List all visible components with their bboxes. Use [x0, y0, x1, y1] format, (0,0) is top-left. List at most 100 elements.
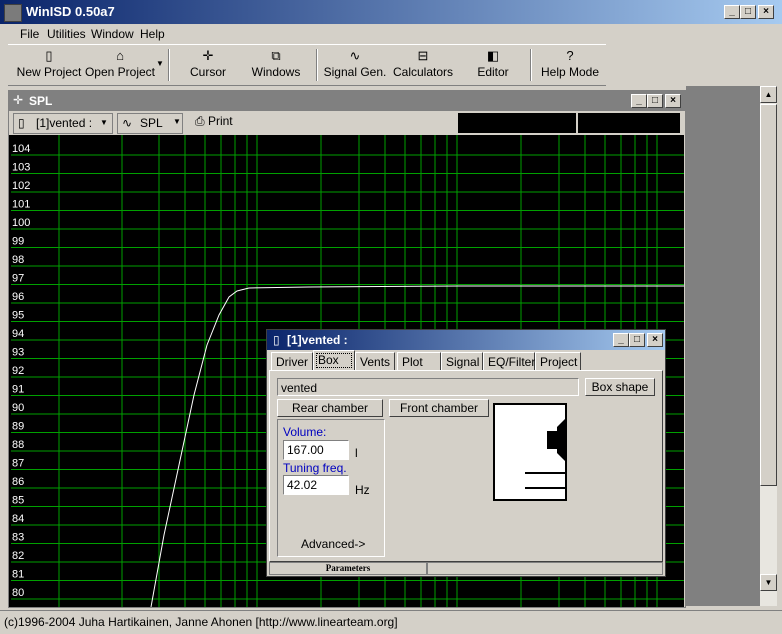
folder-icon: ⌂	[116, 48, 124, 63]
maximize-icon[interactable]: □	[647, 94, 663, 108]
chevron-down-icon[interactable]: ▼	[173, 117, 181, 126]
volume-label: Volume:	[283, 425, 327, 439]
minimize-icon[interactable]: _	[631, 94, 647, 108]
calculator-icon: ⊟	[417, 48, 429, 63]
menu-bar: File Utilities Window Help	[0, 24, 782, 44]
toolbar-separator	[316, 49, 318, 81]
menu-window[interactable]: Window	[91, 27, 134, 41]
tuning-unit: Hz	[355, 483, 370, 497]
tab-signal[interactable]: Signal	[441, 352, 483, 370]
new-project-button[interactable]: ▯ New Project	[16, 47, 82, 83]
new-project-icon: ▯	[45, 48, 53, 63]
dialog-status-area	[427, 562, 663, 575]
tab-vents[interactable]: Vents	[355, 352, 395, 370]
minimize-icon[interactable]: _	[613, 333, 629, 347]
open-project-button[interactable]: ⌂ Open Project	[84, 47, 156, 83]
tuning-input[interactable]: 42.02	[283, 475, 349, 495]
vertical-scrollbar[interactable]: ▲ ▼	[760, 86, 777, 606]
cursor-button[interactable]: ✛ Cursor	[178, 47, 238, 83]
y-tick-label: 81	[12, 569, 24, 581]
signal-gen-button[interactable]: ∿ Signal Gen.	[322, 47, 388, 83]
project-dialog: ▯ [1]vented : _ □ × Driver Box Vents Plo…	[266, 329, 666, 577]
y-tick-label: 98	[12, 254, 24, 266]
dialog-title-bar[interactable]: ▯ [1]vented : _ □ ×	[267, 330, 665, 350]
toolbar-separator	[168, 49, 170, 81]
print-button[interactable]: ⎙ Print	[195, 114, 233, 132]
editor-button[interactable]: ◧ Editor	[470, 47, 516, 83]
speaker-icon: ▯	[273, 333, 280, 347]
help-icon: ?	[566, 48, 574, 63]
maximize-icon[interactable]: □	[740, 5, 756, 19]
y-tick-label: 91	[12, 384, 24, 396]
scroll-up-icon[interactable]: ▲	[760, 86, 777, 103]
project-selector[interactable]: ▯ [1]vented : ▼	[13, 113, 113, 134]
mdi-background	[686, 86, 760, 606]
y-tick-label: 94	[12, 328, 24, 340]
windows-icon: ⧉	[271, 48, 281, 63]
app-title: WinISD 0.50a7	[26, 4, 115, 19]
box-shape-button[interactable]: Box shape	[585, 378, 655, 396]
y-tick-label: 96	[12, 291, 24, 303]
scroll-thumb[interactable]	[760, 104, 777, 486]
y-tick-label: 87	[12, 458, 24, 470]
y-tick-label: 99	[12, 236, 24, 248]
front-chamber-button[interactable]: Front chamber	[389, 399, 489, 417]
y-tick-label: 104	[12, 143, 30, 155]
close-icon[interactable]: ×	[647, 333, 663, 347]
y-tick-label: 86	[12, 476, 24, 488]
cursor-readout-2	[578, 113, 680, 133]
menu-help[interactable]: Help	[140, 27, 165, 41]
close-icon[interactable]: ×	[758, 5, 774, 19]
tab-plot[interactable]: Plot	[397, 352, 441, 370]
spl-title-bar[interactable]: ✛ SPL _ □ ×	[9, 91, 685, 111]
calculators-button[interactable]: ⊟ Calculators	[392, 47, 454, 83]
tab-project[interactable]: Project	[535, 352, 581, 370]
volume-input[interactable]: 167.00	[283, 440, 349, 460]
scroll-down-icon[interactable]: ▼	[760, 574, 777, 591]
speaker-icon: ◧	[486, 48, 500, 63]
y-tick-label: 85	[12, 495, 24, 507]
y-tick-label: 102	[12, 180, 30, 192]
app-title-bar[interactable]: WinISD 0.50a7 _ □ ×	[0, 0, 782, 24]
tab-box[interactable]: Box	[313, 350, 355, 371]
y-tick-label: 88	[12, 439, 24, 451]
advanced-button[interactable]: Advanced->	[301, 537, 365, 551]
vented-box-diagram-icon	[525, 419, 565, 489]
open-project-dropdown-icon[interactable]: ▼	[156, 59, 164, 68]
y-tick-label: 95	[12, 310, 24, 322]
main-toolbar: ▯ New Project ⌂ Open Project ▼ ✛ Cursor …	[8, 44, 606, 86]
y-tick-label: 89	[12, 421, 24, 433]
menu-utilities[interactable]: Utilities	[47, 27, 86, 41]
box-type-field[interactable]: vented	[277, 378, 579, 396]
toolbar-separator	[530, 49, 532, 81]
y-tick-label: 100	[12, 217, 30, 229]
minimize-icon[interactable]: _	[724, 5, 740, 19]
rear-chamber-button[interactable]: Rear chamber	[277, 399, 383, 417]
tab-driver[interactable]: Driver	[271, 352, 313, 370]
tab-eq-filter[interactable]: EQ/Filter	[483, 352, 535, 370]
y-tick-label: 83	[12, 532, 24, 544]
y-tick-label: 92	[12, 365, 24, 377]
dialog-title: [1]vented :	[287, 333, 348, 347]
chevron-down-icon[interactable]: ▼	[100, 118, 108, 127]
y-tick-label: 101	[12, 199, 30, 211]
parameters-tab[interactable]: Parameters	[269, 562, 427, 575]
close-icon[interactable]: ×	[665, 94, 681, 108]
cursor-readout-1	[458, 113, 576, 133]
printer-icon: ⎙	[195, 114, 205, 128]
crosshair-icon: ✛	[202, 48, 214, 63]
windows-button[interactable]: ⧉ Windows	[246, 47, 306, 83]
app-icon	[4, 4, 22, 22]
spl-title: SPL	[29, 94, 53, 108]
y-tick-label: 97	[12, 273, 24, 285]
y-tick-label: 103	[12, 162, 30, 174]
maximize-icon[interactable]: □	[629, 333, 645, 347]
menu-file[interactable]: File	[20, 27, 39, 41]
help-mode-button[interactable]: ? Help Mode	[538, 47, 602, 83]
volume-unit: l	[355, 446, 358, 460]
tuning-label: Tuning freq.	[283, 461, 347, 475]
spl-toolbar: ▯ [1]vented : ▼ ∿ SPL ▼ ⎙ Print	[9, 111, 685, 135]
y-tick-label: 90	[12, 402, 24, 414]
box-diagram	[493, 403, 567, 501]
y-tick-label: 82	[12, 550, 24, 562]
